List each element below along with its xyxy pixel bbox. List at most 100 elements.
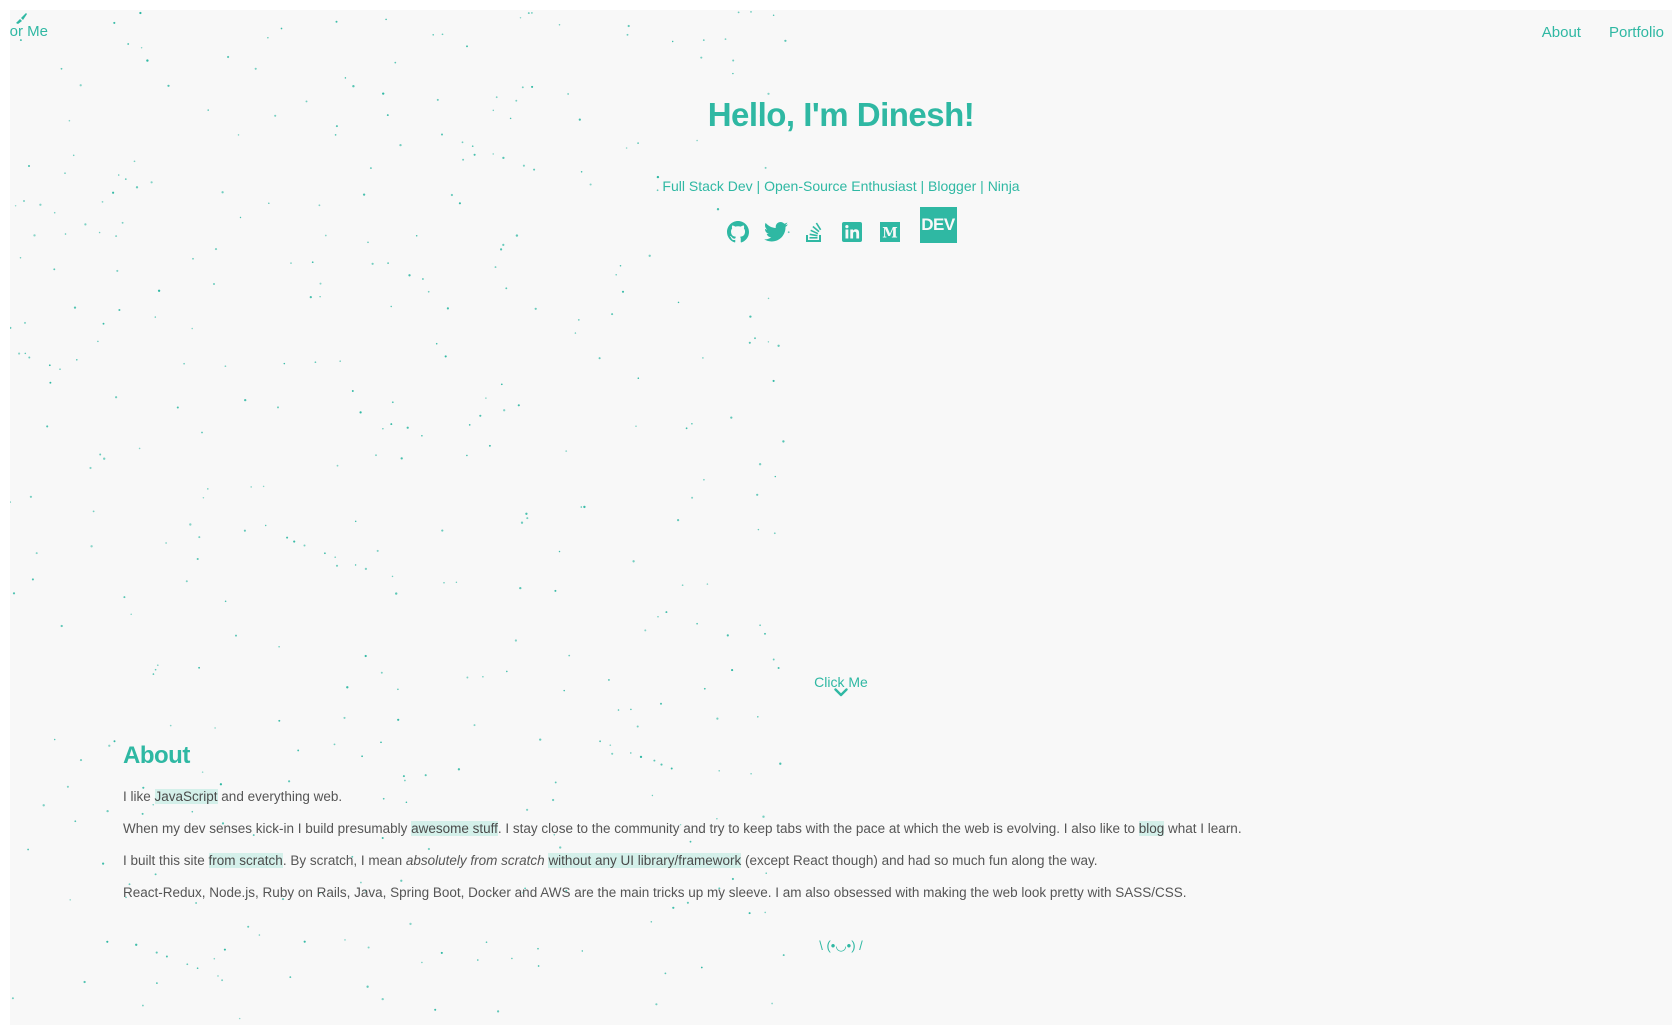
particle-dot bbox=[462, 158, 465, 161]
particle-dot bbox=[214, 248, 218, 251]
particle-dot bbox=[782, 954, 785, 957]
particle-dot bbox=[539, 738, 542, 741]
particle-dot bbox=[567, 93, 569, 95]
particle-dot bbox=[659, 702, 663, 705]
github-icon[interactable] bbox=[726, 220, 750, 244]
nav-about-link[interactable]: About bbox=[1542, 24, 1581, 41]
particle-dot bbox=[671, 40, 674, 43]
shrug-emoticon: \ (•◡•) / bbox=[819, 938, 863, 953]
particle-dot bbox=[749, 315, 752, 318]
particle-dot bbox=[644, 629, 647, 632]
particle-dot bbox=[139, 11, 142, 15]
hero-tagline: Full Stack Dev | Open-Source Enthusiast … bbox=[662, 178, 1020, 194]
particle-dot bbox=[53, 738, 56, 741]
particle-dot bbox=[390, 423, 393, 426]
particle-dot bbox=[290, 262, 292, 264]
particle-dot bbox=[657, 616, 659, 618]
particle-dot bbox=[767, 297, 770, 300]
particle-dot bbox=[466, 454, 468, 457]
particle-dot bbox=[335, 564, 339, 567]
hero-title: Hello, I'm Dinesh! bbox=[707, 96, 975, 133]
particle-dot bbox=[756, 493, 759, 496]
dev-icon[interactable]: DEV bbox=[919, 207, 957, 243]
particle-dot bbox=[196, 557, 199, 561]
particle-dot bbox=[473, 724, 476, 727]
stackoverflow-icon[interactable] bbox=[802, 220, 826, 244]
particle-dot bbox=[198, 536, 201, 539]
text: and everything web. bbox=[217, 789, 343, 804]
particle-dot bbox=[772, 14, 775, 16]
particle-dot bbox=[471, 145, 474, 148]
particle-dot bbox=[76, 359, 78, 361]
particle-dot bbox=[309, 295, 312, 299]
particle-dot bbox=[115, 396, 118, 399]
particle-dot bbox=[79, 84, 82, 87]
particle-dot bbox=[224, 600, 227, 603]
particle-dot bbox=[421, 435, 423, 437]
particle-dot bbox=[311, 261, 314, 264]
particle-dot bbox=[773, 532, 776, 535]
particle-dot bbox=[458, 202, 461, 205]
particle-dot bbox=[14, 205, 17, 207]
particle-dot bbox=[394, 61, 397, 64]
particle-dot bbox=[758, 463, 762, 466]
text: what I learn. bbox=[1164, 821, 1242, 836]
twitter-icon[interactable] bbox=[763, 220, 788, 244]
particle-dot bbox=[782, 440, 785, 443]
particle-dot bbox=[11, 997, 14, 1000]
particle-dot bbox=[60, 67, 63, 70]
particle-dot bbox=[23, 200, 25, 202]
particle-dot bbox=[630, 708, 632, 711]
particle-dot bbox=[514, 639, 518, 642]
particle-dot bbox=[351, 390, 354, 392]
particle-dot bbox=[494, 266, 497, 269]
particle-dot bbox=[130, 613, 132, 615]
particle-dot bbox=[664, 972, 667, 975]
particle-dot bbox=[681, 584, 684, 587]
svg-text:M: M bbox=[882, 226, 898, 242]
medium-icon[interactable]: M bbox=[878, 220, 902, 244]
particle-dot bbox=[156, 664, 159, 667]
particle-dot bbox=[31, 578, 34, 581]
particle-dot bbox=[10, 501, 12, 504]
particle-dot bbox=[772, 379, 775, 382]
particle-dot bbox=[277, 406, 279, 409]
about-paragraph-1: I like JavaScript and everything web. bbox=[123, 788, 1523, 805]
particle-dot bbox=[677, 519, 680, 522]
particle-dot bbox=[450, 193, 454, 197]
particle-dot bbox=[558, 24, 561, 26]
particle-dot bbox=[632, 560, 635, 563]
particle-dot bbox=[703, 478, 705, 481]
blog-link[interactable]: blog bbox=[1138, 821, 1165, 836]
particle-dot bbox=[526, 517, 529, 520]
particle-dot bbox=[293, 540, 296, 543]
particle-dot bbox=[207, 488, 209, 490]
text: I like bbox=[123, 789, 155, 804]
particle-dot bbox=[390, 305, 392, 308]
particle-dot bbox=[444, 355, 447, 358]
particle-dot bbox=[527, 12, 530, 15]
particle-dot bbox=[492, 153, 494, 155]
particle-dot bbox=[169, 724, 172, 727]
particle-dot bbox=[167, 84, 170, 87]
click-me-label: Click Me bbox=[814, 674, 868, 690]
from-scratch-link[interactable]: from scratch bbox=[208, 853, 283, 868]
particle-dot bbox=[227, 55, 230, 59]
linkedin-icon[interactable] bbox=[840, 220, 864, 244]
nav-portfolio-link[interactable]: Portfolio bbox=[1609, 24, 1664, 41]
particle-dot bbox=[27, 164, 31, 168]
particle-dot bbox=[18, 352, 21, 355]
awesome-stuff-link[interactable]: awesome stuff bbox=[411, 821, 498, 836]
particle-dot bbox=[702, 357, 704, 359]
particle-dot bbox=[537, 965, 540, 967]
top-nav: About Portfolio bbox=[1542, 24, 1664, 41]
particle-dot bbox=[283, 362, 286, 365]
color-me-button[interactable]: olor Me bbox=[10, 12, 48, 40]
particle-dot bbox=[522, 164, 525, 167]
text: When my dev senses kick-in I build presu… bbox=[123, 821, 412, 836]
particle-dot bbox=[53, 211, 56, 214]
particle-dot bbox=[409, 922, 412, 926]
click-me-button[interactable]: Click Me bbox=[10, 674, 1672, 697]
particle-dot bbox=[189, 523, 192, 526]
particle-dot bbox=[565, 450, 568, 452]
